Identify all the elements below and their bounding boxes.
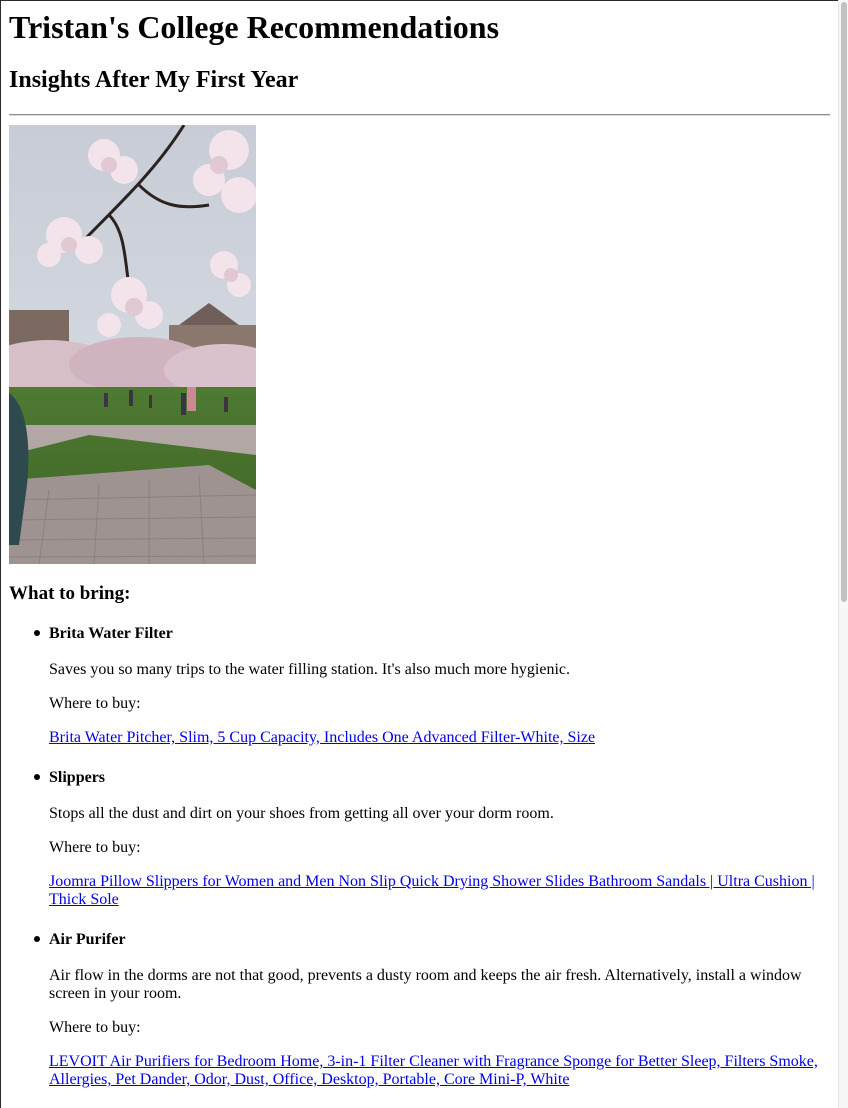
- page-title: Tristan's College Recommendations: [9, 9, 500, 45]
- page-border-top: [0, 0, 838, 1]
- list-item: Slippers Stops all the dust and dirt on …: [9, 766, 830, 909]
- item-description: Stops all the dust and dirt on your shoe…: [49, 805, 554, 822]
- bullet-icon: [34, 630, 40, 636]
- list-item: Air Purifer Air flow in the dorms are no…: [9, 928, 830, 1089]
- item-description: Saves you so many trips to the water fil…: [49, 661, 571, 678]
- bullet-icon: [34, 936, 40, 942]
- where-to-buy-label: Where to buy:: [49, 695, 141, 712]
- item-title: Air Purifer: [49, 931, 126, 948]
- page-border: [0, 0, 1, 1108]
- bring-list: Brita Water Filter Saves you so many tri…: [9, 622, 830, 1089]
- item-description: Air flow in the dorms are not that good,…: [49, 967, 802, 1002]
- where-to-buy-label: Where to buy:: [49, 839, 141, 856]
- product-link[interactable]: Joomra Pillow Slippers for Women and Men…: [49, 873, 830, 909]
- item-title: Slippers: [49, 769, 106, 786]
- section-heading: What to bring:: [9, 583, 131, 604]
- item-title: Brita Water Filter: [49, 625, 173, 642]
- cherry-blossom-photo: [9, 125, 256, 564]
- where-to-buy-label: Where to buy:: [49, 1019, 141, 1036]
- bullet-icon: [34, 774, 40, 780]
- product-link[interactable]: Brita Water Pitcher, Slim, 5 Cup Capacit…: [49, 729, 830, 747]
- product-link[interactable]: LEVOIT Air Purifiers for Bedroom Home, 3…: [49, 1053, 830, 1089]
- scrollbar-thumb[interactable]: [841, 2, 847, 602]
- list-item: Brita Water Filter Saves you so many tri…: [9, 622, 830, 747]
- page-subtitle: Insights After My First Year: [9, 67, 299, 93]
- divider: [9, 114, 830, 116]
- vertical-scrollbar[interactable]: [838, 0, 848, 1108]
